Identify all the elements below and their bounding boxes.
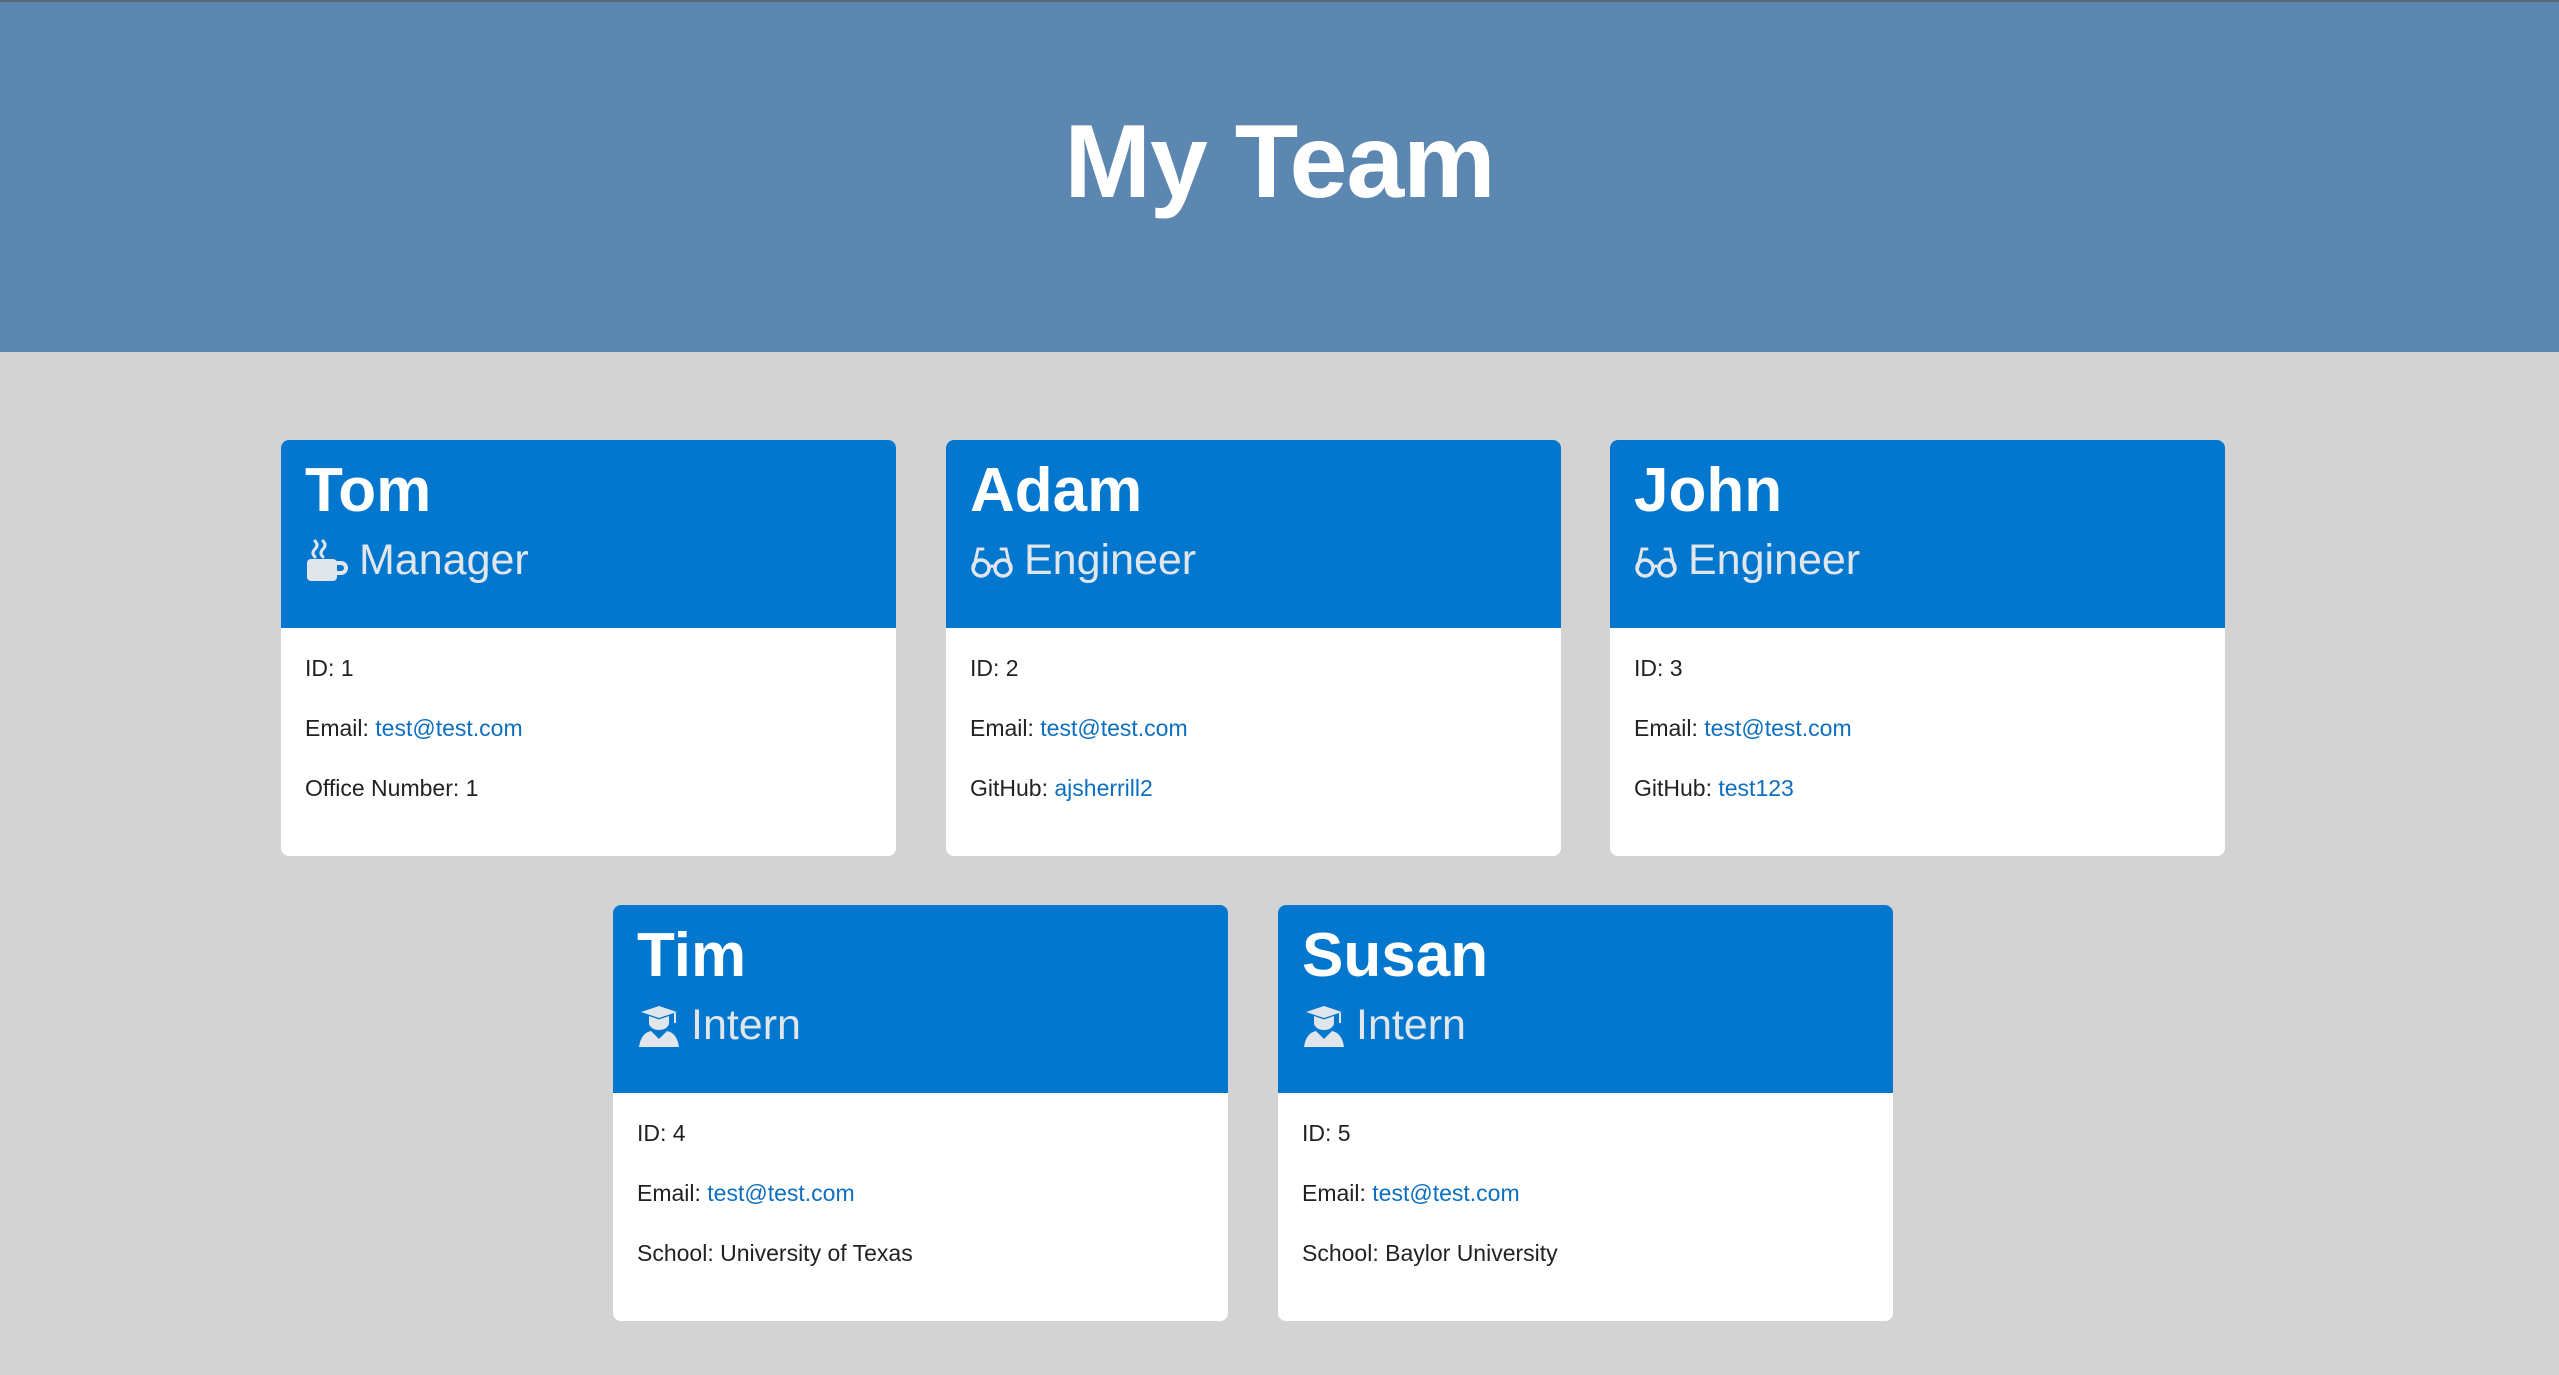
school-value: University of Texas xyxy=(720,1240,913,1266)
github-label: GitHub: xyxy=(970,775,1055,801)
employee-role: Engineer xyxy=(1634,536,2201,585)
top-border xyxy=(0,0,2559,2)
card-header: John Engineer xyxy=(1610,440,2225,628)
card-header: Tim Intern xyxy=(613,905,1228,1093)
email-link[interactable]: test@test.com xyxy=(375,715,522,741)
id-value: 3 xyxy=(1669,655,1683,681)
id-label: ID: xyxy=(1634,655,1670,681)
id-row: ID: 1 xyxy=(305,654,872,714)
graduate-icon xyxy=(1302,1004,1346,1048)
id-value: 1 xyxy=(340,655,354,681)
office-label: Office Number: xyxy=(305,775,466,801)
id-label: ID: xyxy=(1302,1120,1338,1146)
email-row: Email: test@test.com xyxy=(1634,714,2201,774)
card-header: Adam Engineer xyxy=(946,440,1561,628)
school-row: School: Baylor University xyxy=(1302,1239,1869,1299)
id-label: ID: xyxy=(305,655,341,681)
email-label: Email: xyxy=(305,715,376,741)
employee-role: Manager xyxy=(305,536,872,585)
office-row: Office Number: 1 xyxy=(305,774,872,834)
employee-name: Adam xyxy=(970,456,1143,525)
school-label: School: xyxy=(1302,1240,1386,1266)
page-header: My Team xyxy=(0,0,2559,352)
email-label: Email: xyxy=(637,1180,708,1206)
github-row: GitHub: test123 xyxy=(1634,774,2201,834)
github-label: GitHub: xyxy=(1634,775,1719,801)
role-label: Manager xyxy=(359,536,529,584)
id-value: 5 xyxy=(1337,1120,1351,1146)
role-label: Intern xyxy=(691,1001,801,1049)
employee-role: Intern xyxy=(637,1001,1204,1050)
github-link[interactable]: ajsherrill2 xyxy=(1054,775,1152,801)
school-value: Baylor University xyxy=(1385,1240,1558,1266)
office-value: 1 xyxy=(465,775,479,801)
email-label: Email: xyxy=(1634,715,1705,741)
id-row: ID: 4 xyxy=(637,1119,1204,1179)
id-row: ID: 3 xyxy=(1634,654,2201,714)
id-value: 4 xyxy=(672,1120,686,1146)
employee-card: Adam Engineer ID: 2 Email: test@test.com… xyxy=(946,440,1561,856)
employee-name: Tom xyxy=(305,456,432,525)
email-label: Email: xyxy=(1302,1180,1373,1206)
email-link[interactable]: test@test.com xyxy=(1372,1180,1519,1206)
employee-card: Tom Manager ID: 1 Email: test@test.com O… xyxy=(281,440,896,856)
graduate-icon xyxy=(637,1004,681,1048)
employee-name: John xyxy=(1634,456,1783,525)
school-row: School: University of Texas xyxy=(637,1239,1204,1299)
employee-role: Engineer xyxy=(970,536,1537,585)
email-label: Email: xyxy=(970,715,1041,741)
glasses-icon xyxy=(970,539,1014,583)
card-body: ID: 3 Email: test@test.com GitHub: test1… xyxy=(1610,628,2225,834)
employee-name: Tim xyxy=(637,921,747,990)
id-value: 2 xyxy=(1005,655,1019,681)
employee-role: Intern xyxy=(1302,1001,1869,1050)
email-link[interactable]: test@test.com xyxy=(1704,715,1851,741)
coffee-mug-icon xyxy=(305,539,349,583)
github-row: GitHub: ajsherrill2 xyxy=(970,774,1537,834)
github-link[interactable]: test123 xyxy=(1718,775,1793,801)
role-label: Engineer xyxy=(1024,536,1197,584)
id-row: ID: 2 xyxy=(970,654,1537,714)
employee-name: Susan xyxy=(1302,921,1489,990)
employee-card: Susan Intern ID: 5 Email: test@test.com … xyxy=(1278,905,1893,1321)
role-label: Intern xyxy=(1356,1001,1466,1049)
email-row: Email: test@test.com xyxy=(1302,1179,1869,1239)
card-header: Susan Intern xyxy=(1278,905,1893,1093)
glasses-icon xyxy=(1634,539,1678,583)
id-label: ID: xyxy=(970,655,1006,681)
id-label: ID: xyxy=(637,1120,673,1146)
card-body: ID: 1 Email: test@test.com Office Number… xyxy=(281,628,896,834)
email-link[interactable]: test@test.com xyxy=(1040,715,1187,741)
id-row: ID: 5 xyxy=(1302,1119,1869,1179)
school-label: School: xyxy=(637,1240,721,1266)
email-link[interactable]: test@test.com xyxy=(707,1180,854,1206)
card-body: ID: 4 Email: test@test.com School: Unive… xyxy=(613,1093,1228,1299)
page-title: My Team xyxy=(1064,103,1495,220)
employee-card: John Engineer ID: 3 Email: test@test.com… xyxy=(1610,440,2225,856)
email-row: Email: test@test.com xyxy=(970,714,1537,774)
email-row: Email: test@test.com xyxy=(305,714,872,774)
email-row: Email: test@test.com xyxy=(637,1179,1204,1239)
card-body: ID: 2 Email: test@test.com GitHub: ajshe… xyxy=(946,628,1561,834)
role-label: Engineer xyxy=(1688,536,1861,584)
employee-card: Tim Intern ID: 4 Email: test@test.com Sc… xyxy=(613,905,1228,1321)
card-body: ID: 5 Email: test@test.com School: Baylo… xyxy=(1278,1093,1893,1299)
card-header: Tom Manager xyxy=(281,440,896,628)
